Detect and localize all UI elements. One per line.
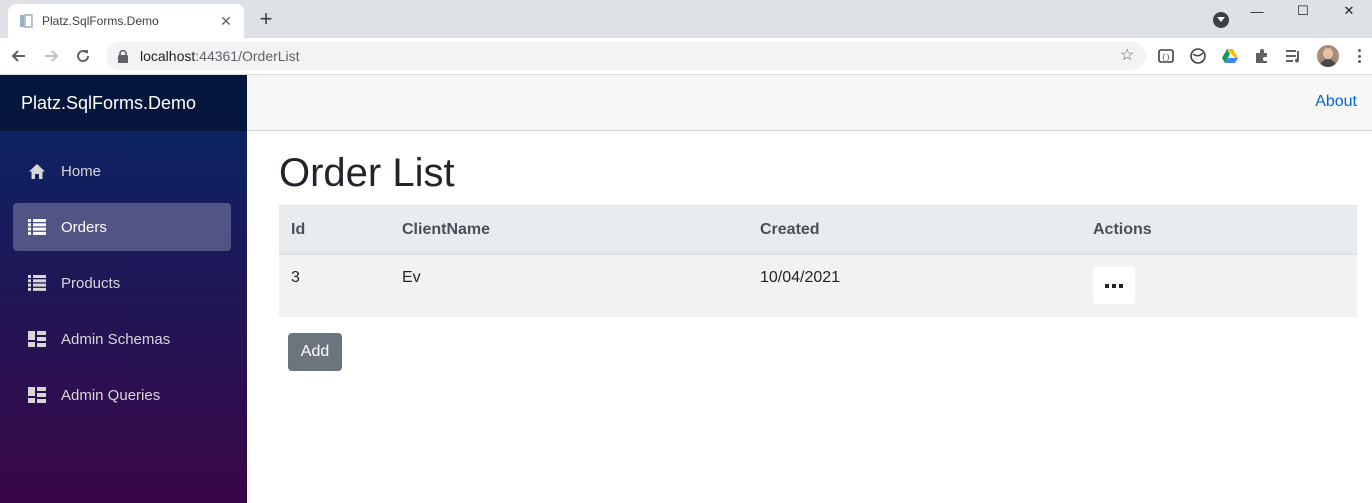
sidebar-item-admin-schemas[interactable]: Admin Schemas (13, 315, 231, 363)
ellipsis-dot (1105, 283, 1109, 288)
tab-search-icon[interactable] (1213, 12, 1229, 28)
sidebar-item-orders[interactable]: Orders (13, 203, 231, 251)
home-icon (28, 162, 46, 180)
svg-text:{}: {} (1162, 54, 1171, 62)
sidebar-item-label: Admin Schemas (61, 330, 171, 348)
list-icon (28, 274, 46, 292)
maximize-button[interactable]: ☐ (1280, 0, 1326, 22)
cell-actions (1093, 267, 1357, 304)
sidebar-item-products[interactable]: Products (13, 259, 231, 307)
sidebar-item-label: Products (61, 274, 121, 292)
lock-icon[interactable] (118, 49, 130, 63)
about-link[interactable]: About (1315, 93, 1357, 111)
row-actions-button[interactable] (1093, 267, 1135, 304)
main-content: Order List Id ClientName Created Actions… (279, 131, 1357, 371)
browser-toolbar: localhost:44361/OrderList ☆ {} (0, 38, 1372, 75)
column-header-clientname: ClientName (402, 220, 491, 238)
extension-code-icon[interactable]: {} (1157, 47, 1175, 65)
sidebar: Platz.SqlForms.Demo Home Orders Products… (0, 75, 247, 503)
google-drive-icon[interactable] (1221, 47, 1239, 65)
tab-title: Platz.SqlForms.Demo (42, 14, 159, 28)
ellipsis-dot (1112, 283, 1116, 288)
address-bar[interactable]: localhost:44361/OrderList ☆ (106, 42, 1146, 70)
sidebar-item-label: Home (61, 162, 102, 180)
nav-menu: Home Orders Products Admin Schemas Admin… (0, 131, 247, 419)
column-header-created: Created (760, 220, 820, 238)
list-icon (28, 218, 46, 236)
page-title: Order List (279, 151, 455, 195)
browser-menu-icon[interactable] (1354, 47, 1364, 65)
ellipsis-dot (1119, 283, 1123, 288)
sidebar-item-home[interactable]: Home (13, 147, 231, 195)
table-header: Id ClientName Created Actions (279, 205, 1357, 255)
reload-button[interactable] (73, 46, 93, 66)
browser-tabstrip: Platz.SqlForms.Demo ✕ + — ☐ ✕ (0, 0, 1372, 38)
tab-close-icon[interactable]: ✕ (218, 13, 234, 29)
page-favicon-icon (18, 13, 34, 29)
table-row: 3 Ev 10/04/2021 (279, 255, 1357, 317)
extension-globe-icon[interactable] (1189, 47, 1207, 65)
sidebar-item-label: Orders (61, 218, 107, 236)
cell-clientname: Ev (402, 269, 421, 286)
sidebar-item-label: Admin Queries (61, 386, 161, 404)
profile-avatar[interactable] (1317, 45, 1339, 67)
orders-table: Id ClientName Created Actions 3 Ev 10/04… (279, 205, 1357, 317)
sidebar-item-admin-queries[interactable]: Admin Queries (13, 371, 231, 419)
browser-tab[interactable]: Platz.SqlForms.Demo ✕ (8, 4, 244, 38)
top-row: About (247, 75, 1372, 131)
window-controls: — ☐ ✕ (1234, 0, 1372, 22)
column-header-id: Id (291, 220, 306, 238)
bookmark-star-icon[interactable]: ☆ (1120, 48, 1136, 64)
dashboard-icon (28, 330, 46, 348)
back-button[interactable] (9, 46, 29, 66)
dashboard-icon (28, 386, 46, 404)
cell-created: 10/04/2021 (760, 269, 841, 286)
url-path: :44361/OrderList (195, 48, 300, 64)
cell-id: 3 (291, 269, 300, 286)
extensions-puzzle-icon[interactable] (1253, 47, 1271, 65)
app-brand[interactable]: Platz.SqlForms.Demo (21, 93, 196, 114)
url-host: localhost (140, 48, 196, 64)
media-queue-icon[interactable] (1285, 47, 1303, 65)
window-close-button[interactable]: ✕ (1326, 0, 1372, 22)
forward-button[interactable] (41, 46, 61, 66)
minimize-button[interactable]: — (1234, 0, 1280, 22)
add-button[interactable]: Add (288, 333, 342, 371)
new-tab-button[interactable]: + (256, 8, 276, 30)
brand-bar: Platz.SqlForms.Demo (0, 75, 247, 131)
column-header-actions: Actions (1093, 220, 1152, 238)
